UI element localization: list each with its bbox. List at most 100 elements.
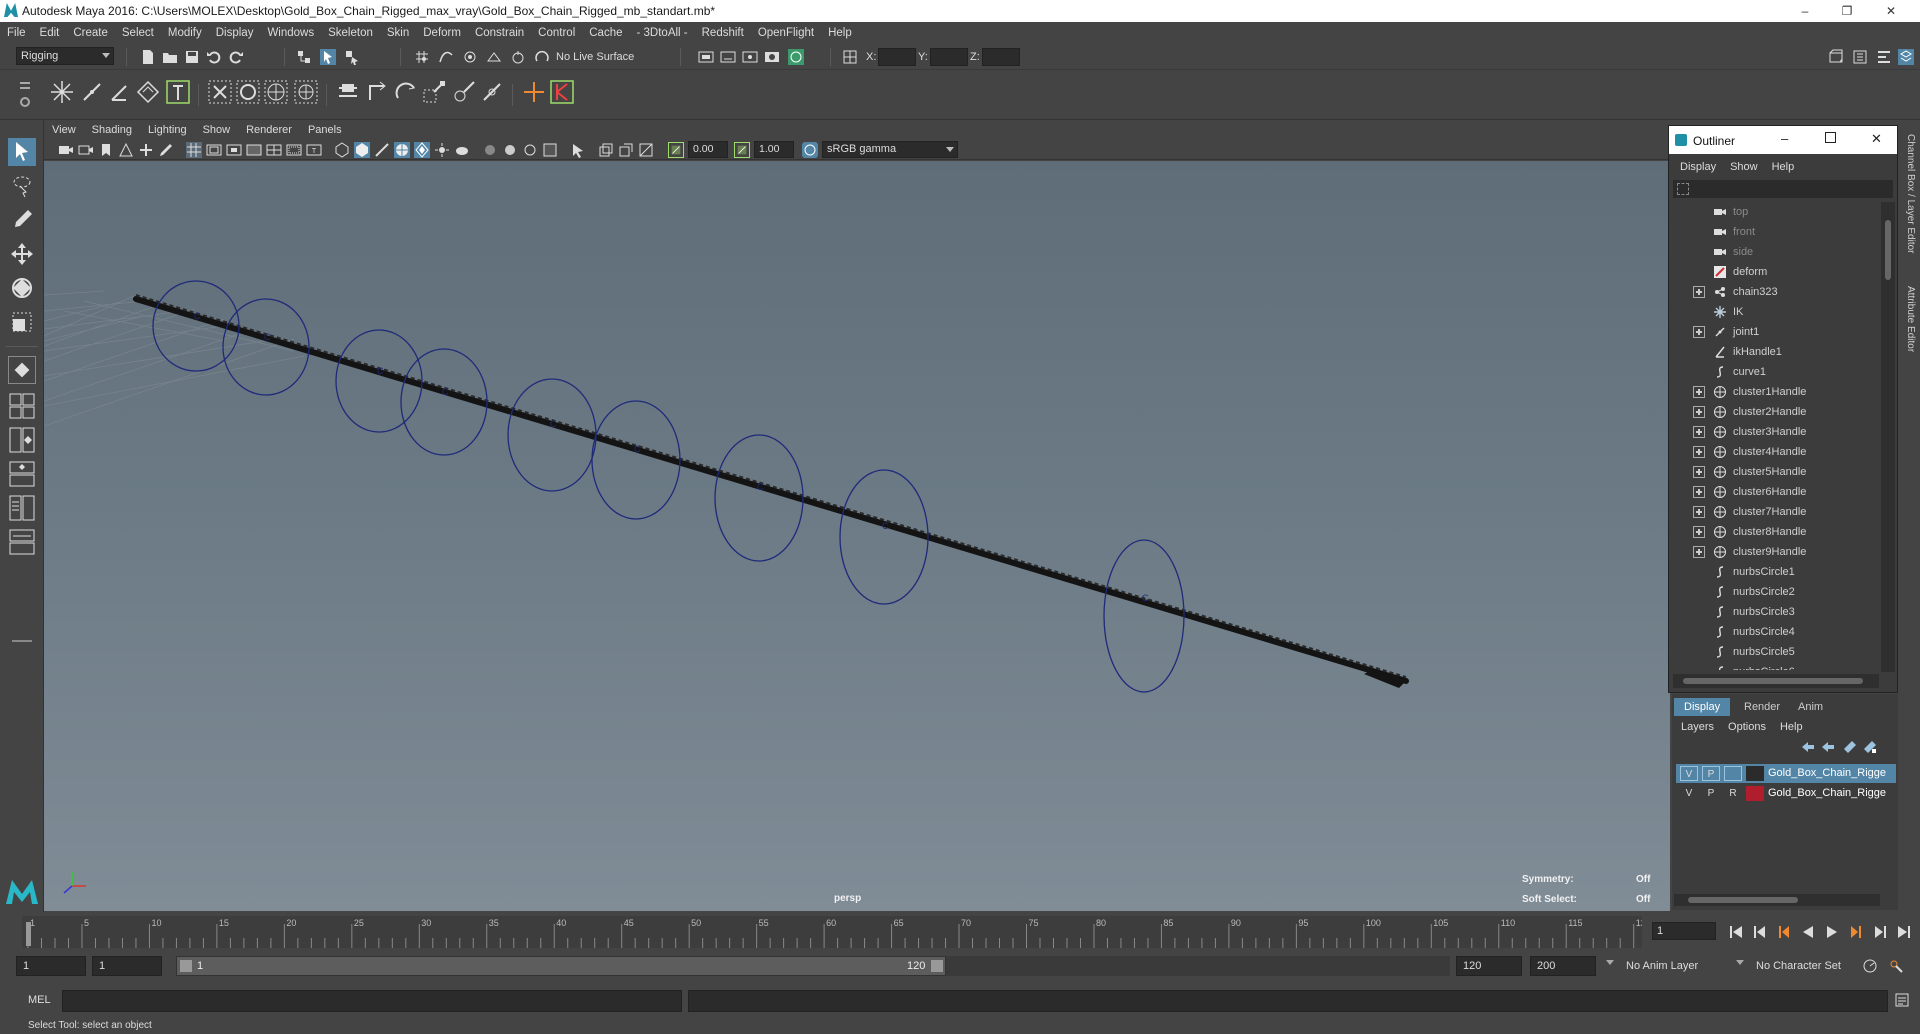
cluster-deformer-icon[interactable] [292, 78, 320, 106]
outliner-item[interactable]: nurbsCircle4 [1669, 622, 1879, 642]
menu-edit[interactable]: Edit [33, 22, 67, 44]
xray-icon[interactable] [570, 142, 586, 158]
bind-skin-icon[interactable] [206, 78, 234, 106]
use-all-lights-icon[interactable] [414, 142, 430, 158]
character-set-label[interactable]: No Character Set [1756, 960, 1841, 972]
shadows-icon[interactable] [434, 142, 450, 158]
grid-toggle-icon[interactable] [186, 142, 202, 158]
close-button[interactable]: ✕ [1876, 2, 1906, 20]
outliner-minimize-button[interactable]: – [1781, 131, 1788, 146]
range-start-handle[interactable] [180, 960, 192, 972]
cluster-handle-c[interactable]: C [550, 419, 557, 429]
outliner-close-button[interactable]: ✕ [1871, 131, 1882, 147]
step-back-key-icon[interactable] [1752, 924, 1768, 940]
channel-box-tab[interactable]: Channel Box / Layer Editor [1905, 134, 1916, 254]
wireframe-on-shaded-icon[interactable] [374, 142, 390, 158]
attribute-editor-toggle-icon[interactable] [1852, 49, 1868, 65]
menu-redshift[interactable]: Redshift [695, 22, 751, 44]
layer-menu-help[interactable]: Help [1773, 718, 1810, 736]
bookmarks-icon[interactable] [98, 142, 114, 158]
script-editor-icon[interactable] [1894, 992, 1910, 1008]
layer-tab-render[interactable]: Render [1734, 698, 1790, 716]
exposure-toggle-icon[interactable] [668, 142, 684, 158]
ipr-render-icon[interactable] [720, 49, 736, 65]
layer-playback-toggle[interactable]: P [1702, 766, 1720, 781]
render-current-frame-icon[interactable] [698, 49, 714, 65]
outliner-menu-display[interactable]: Display [1673, 158, 1723, 176]
persp-outliner-layout-icon[interactable] [8, 460, 36, 488]
select-tool-icon[interactable] [8, 138, 36, 166]
animation-preferences-icon[interactable] [1888, 958, 1904, 974]
scene-end-field[interactable]: 200 [1530, 956, 1596, 976]
menu-modify[interactable]: Modify [161, 22, 209, 44]
outliner-item[interactable]: side [1669, 242, 1879, 262]
isolate-select-icon[interactable] [542, 142, 558, 158]
panel-menu-renderer[interactable]: Renderer [238, 120, 300, 140]
step-forward-key-icon[interactable] [1872, 924, 1888, 940]
cluster-handle-c[interactable]: C [882, 521, 889, 531]
safe-action-icon[interactable] [286, 142, 302, 158]
expand-icon[interactable] [1693, 466, 1705, 478]
layer-visibility-toggle[interactable]: V [1680, 766, 1698, 781]
shelf-tab-handle[interactable] [20, 78, 30, 112]
outliner-item[interactable]: top [1669, 202, 1879, 222]
four-view-layout-icon[interactable] [8, 392, 36, 420]
outliner-item[interactable]: curve1 [1669, 362, 1879, 382]
image-plane-icon[interactable] [118, 142, 134, 158]
current-frame-field[interactable]: 1 [1652, 922, 1716, 940]
expand-icon[interactable] [1693, 326, 1705, 338]
cluster-handle-c[interactable]: C [194, 311, 201, 321]
move-layer-down-icon[interactable] [1820, 739, 1836, 755]
multisample-aa-icon[interactable] [502, 142, 518, 158]
wireframe-icon[interactable] [334, 142, 350, 158]
single-perspective-layout-icon[interactable] [8, 356, 36, 384]
layer-menu-layers[interactable]: Layers [1674, 718, 1721, 736]
step-back-frame-icon[interactable] [1776, 924, 1792, 940]
persp-graph-layout-icon[interactable] [8, 494, 36, 522]
outliner-item[interactable]: cluster9Handle [1669, 542, 1879, 562]
render-view-icon[interactable] [788, 49, 804, 65]
orient-constraint-icon[interactable] [392, 78, 420, 106]
cluster-handle-c[interactable]: C [264, 332, 271, 342]
menu-skin[interactable]: Skin [380, 22, 416, 44]
outliner-item[interactable]: nurbsCircle2 [1669, 582, 1879, 602]
outliner-item[interactable]: cluster4Handle [1669, 442, 1879, 462]
playback-start-field[interactable]: 1 [92, 956, 162, 976]
render-settings-icon[interactable] [742, 49, 758, 65]
outliner-item[interactable]: nurbsCircle5 [1669, 642, 1879, 662]
layer-playback-toggle[interactable]: P [1702, 786, 1720, 801]
save-scene-icon[interactable] [184, 49, 200, 65]
move-tool-icon[interactable] [8, 240, 36, 268]
new-scene-icon[interactable] [140, 49, 156, 65]
range-end-handle[interactable] [931, 960, 943, 972]
anim-layer-arrow-icon[interactable] [1606, 960, 1614, 965]
scene-start-field[interactable]: 1 [16, 956, 86, 976]
menu-3dtoall[interactable]: - 3DtoAll - [630, 22, 695, 44]
snap-to-curve-icon[interactable] [438, 49, 454, 65]
expand-icon[interactable] [1693, 446, 1705, 458]
layer-reference-toggle[interactable] [1724, 766, 1742, 781]
nurbs-circle-control[interactable] [839, 469, 929, 605]
select-by-hierarchy-icon[interactable] [296, 49, 312, 65]
scale-constraint-icon[interactable] [420, 78, 448, 106]
menu-file[interactable]: File [0, 22, 33, 44]
create-empty-layer-icon[interactable] [1842, 739, 1858, 755]
play-forwards-icon[interactable] [1824, 924, 1840, 940]
menu-control[interactable]: Control [531, 22, 582, 44]
hypershade-persp-layout-icon[interactable] [8, 528, 36, 556]
view-transform-dropdown[interactable]: sRGB gamma [822, 141, 958, 158]
outliner-menu-show[interactable]: Show [1723, 158, 1765, 176]
expand-icon[interactable] [1693, 506, 1705, 518]
gamma-toggle-icon[interactable] [734, 142, 750, 158]
color-management-icon[interactable] [802, 142, 818, 158]
motion-blur-icon[interactable] [482, 142, 498, 158]
scale-tool-icon[interactable] [8, 308, 36, 336]
expand-icon[interactable] [1693, 386, 1705, 398]
layer-tab-anim[interactable]: Anim [1788, 698, 1833, 716]
snap-to-point-icon[interactable] [462, 49, 478, 65]
current-time-marker[interactable] [26, 922, 31, 946]
outliner-horizontal-scrollbar[interactable] [1673, 674, 1879, 688]
layer-horizontal-scrollbar[interactable] [1674, 894, 1880, 906]
channel-box-toggle-icon[interactable] [1898, 49, 1914, 65]
panel-menu-shading[interactable]: Shading [84, 120, 140, 140]
